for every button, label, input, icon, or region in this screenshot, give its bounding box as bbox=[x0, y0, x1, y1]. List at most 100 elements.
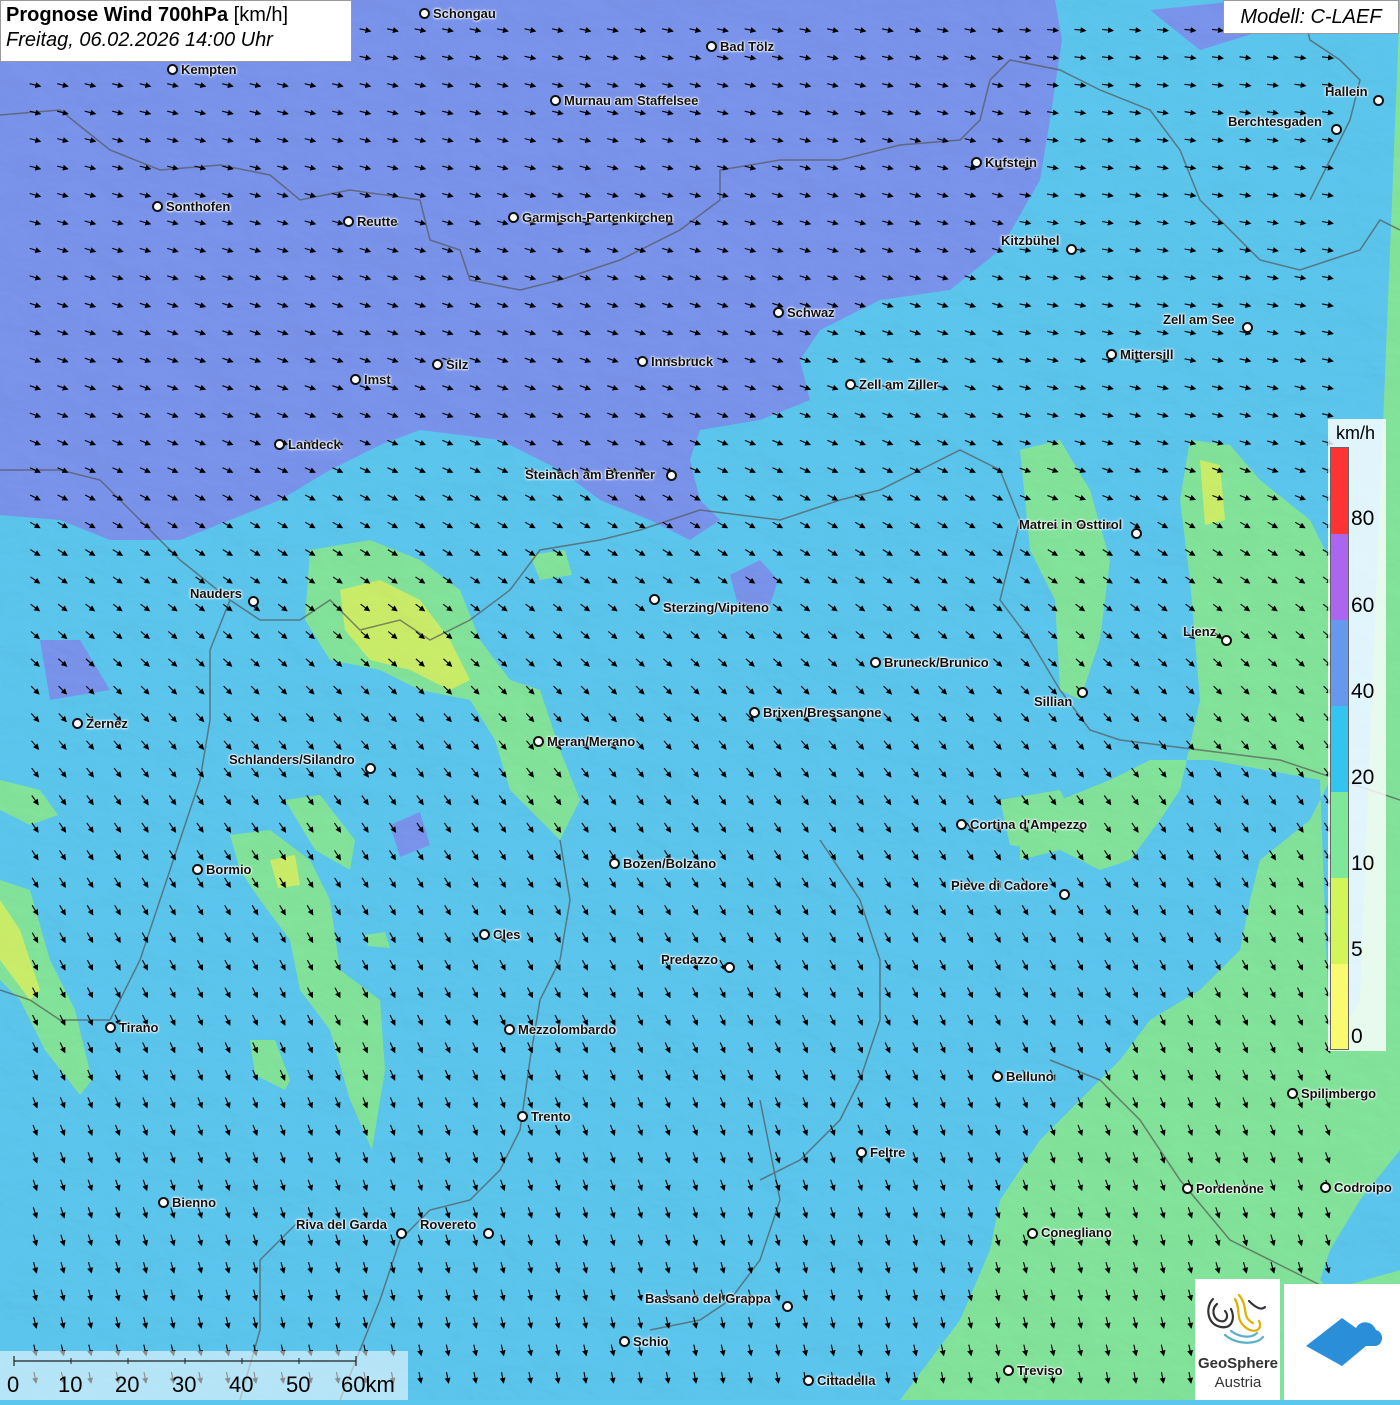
city-marker[interactable] bbox=[1106, 349, 1117, 360]
city-marker[interactable] bbox=[167, 64, 178, 75]
city-label: Feltre bbox=[870, 1145, 906, 1160]
scale-label-40: 40 bbox=[229, 1372, 254, 1397]
legend-tick-60: 60 bbox=[1351, 594, 1375, 617]
city-marker[interactable] bbox=[992, 1071, 1003, 1082]
city-label: Landeck bbox=[288, 437, 341, 452]
city-marker[interactable] bbox=[550, 95, 561, 106]
city-marker[interactable] bbox=[1320, 1182, 1331, 1193]
city-marker[interactable] bbox=[158, 1197, 169, 1208]
city-label: Schlanders/Silandro bbox=[229, 752, 355, 767]
legend-segment-5 bbox=[1331, 878, 1348, 964]
legend-unit: km/h bbox=[1336, 423, 1376, 443]
city-marker[interactable] bbox=[845, 379, 856, 390]
city-marker[interactable] bbox=[152, 201, 163, 212]
city-marker[interactable] bbox=[1066, 244, 1077, 255]
city-marker[interactable] bbox=[971, 157, 982, 168]
city-marker[interactable] bbox=[724, 962, 735, 973]
city-label: Bad Tölz bbox=[720, 39, 775, 54]
city-marker[interactable] bbox=[1242, 322, 1253, 333]
city-marker[interactable] bbox=[666, 470, 677, 481]
legend-tick-0: 0 bbox=[1351, 1025, 1363, 1048]
map-title-main: Prognose Wind 700hPa bbox=[6, 4, 229, 26]
city-label: Bozen/Bolzano bbox=[623, 856, 717, 871]
city-label: Hallein bbox=[1325, 84, 1368, 99]
city-marker[interactable] bbox=[533, 736, 544, 747]
city-marker[interactable] bbox=[1373, 95, 1384, 106]
city-label: Mezzolombardo bbox=[518, 1022, 617, 1037]
city-marker[interactable] bbox=[504, 1024, 515, 1035]
city-marker[interactable] bbox=[649, 594, 660, 605]
map-title: Prognose Wind 700hPa [km/h] bbox=[6, 4, 346, 27]
city-marker[interactable] bbox=[619, 1336, 630, 1347]
city-marker[interactable] bbox=[483, 1228, 494, 1239]
city-label: Lienz bbox=[1183, 624, 1217, 639]
city-label: Sonthofen bbox=[166, 199, 231, 214]
city-label: Tirano bbox=[119, 1020, 159, 1035]
city-marker[interactable] bbox=[803, 1375, 814, 1386]
city-label: Mittersill bbox=[1120, 347, 1174, 362]
city-marker[interactable] bbox=[1331, 124, 1342, 135]
city-marker[interactable] bbox=[508, 212, 519, 223]
legend-segment-80 bbox=[1331, 448, 1348, 534]
city-marker[interactable] bbox=[1131, 528, 1142, 539]
city-marker[interactable] bbox=[432, 359, 443, 370]
city-label: Sterzing/Vipiteno bbox=[663, 600, 769, 615]
city-marker[interactable] bbox=[419, 8, 430, 19]
city-marker[interactable] bbox=[479, 929, 490, 940]
city-marker[interactable] bbox=[1027, 1228, 1038, 1239]
city-marker[interactable] bbox=[773, 307, 784, 318]
city-label: Zell am See bbox=[1163, 312, 1235, 327]
city-label: Reutte bbox=[357, 214, 398, 229]
city-marker[interactable] bbox=[1003, 1365, 1014, 1376]
legend-segment-0 bbox=[1331, 964, 1348, 1049]
city-marker[interactable] bbox=[1182, 1183, 1193, 1194]
city-marker[interactable] bbox=[1077, 687, 1088, 698]
city-marker[interactable] bbox=[248, 596, 259, 607]
city-label: Cittadella bbox=[817, 1373, 876, 1388]
city-marker[interactable] bbox=[274, 439, 285, 450]
city-marker[interactable] bbox=[706, 41, 717, 52]
city-marker[interactable] bbox=[396, 1228, 407, 1239]
legend-tick-20: 20 bbox=[1351, 766, 1375, 789]
city-marker[interactable] bbox=[343, 216, 354, 227]
city-marker[interactable] bbox=[637, 356, 648, 367]
city-marker[interactable] bbox=[350, 374, 361, 385]
city-marker[interactable] bbox=[365, 763, 376, 774]
city-label: Trento bbox=[531, 1109, 571, 1124]
scale-label-50: 50 bbox=[286, 1372, 311, 1397]
city-marker[interactable] bbox=[749, 707, 760, 718]
scale-label-30: 30 bbox=[172, 1372, 197, 1397]
city-marker[interactable] bbox=[192, 864, 203, 875]
city-label: Steinach am Brenner bbox=[525, 467, 656, 482]
city-label: Bruneck/Brunico bbox=[884, 655, 989, 670]
city-label: Schio bbox=[633, 1334, 669, 1349]
title-box: Prognose Wind 700hPa [km/h] Freitag, 06.… bbox=[0, 0, 352, 62]
city-marker[interactable] bbox=[1059, 889, 1070, 900]
city-marker[interactable] bbox=[1221, 635, 1232, 646]
city-marker[interactable] bbox=[870, 657, 881, 668]
weather-app-logo[interactable] bbox=[1284, 1284, 1400, 1400]
city-marker[interactable] bbox=[782, 1301, 793, 1312]
forecast-datetime: Freitag, 06.02.2026 14:00 Uhr bbox=[6, 29, 273, 51]
city-marker[interactable] bbox=[956, 819, 967, 830]
city-label: Schongau bbox=[433, 6, 496, 21]
city-marker[interactable] bbox=[72, 718, 83, 729]
city-label: Cortina d'Ampezzo bbox=[970, 817, 1088, 832]
city-label: Cles bbox=[493, 927, 521, 942]
city-label: Brixen/Bressanone bbox=[763, 705, 882, 720]
city-label: Predazzo bbox=[661, 952, 719, 967]
legend-tick-80: 80 bbox=[1351, 507, 1375, 530]
city-marker[interactable] bbox=[105, 1022, 116, 1033]
city-marker[interactable] bbox=[1287, 1088, 1298, 1099]
city-label: Pieve di Cadore bbox=[951, 878, 1049, 893]
city-marker[interactable] bbox=[609, 858, 620, 869]
legend-tick-5: 5 bbox=[1351, 938, 1363, 961]
city-label: Schwaz bbox=[787, 305, 835, 320]
city-label: Bassano del Grappa bbox=[645, 1291, 771, 1306]
scale-label-20: 20 bbox=[115, 1372, 140, 1397]
city-label: Kufstein bbox=[985, 155, 1037, 170]
city-marker[interactable] bbox=[517, 1111, 528, 1122]
city-marker[interactable] bbox=[856, 1147, 867, 1158]
city-label: Riva del Garda bbox=[296, 1217, 388, 1232]
city-label: Silz bbox=[446, 357, 469, 372]
